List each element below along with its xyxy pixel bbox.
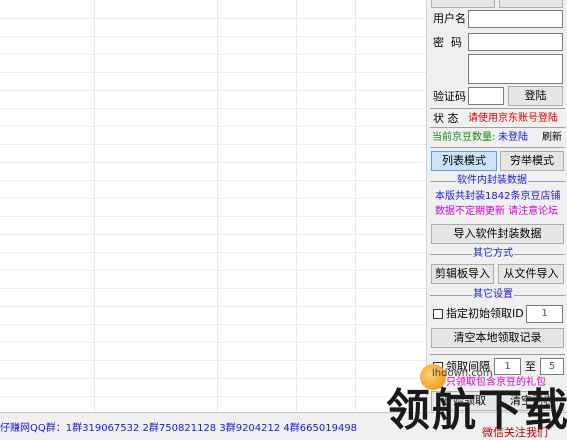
username-input[interactable] [468,10,563,28]
interval-checkbox[interactable] [433,362,443,372]
grid-row-divider [0,36,426,37]
grid-row-divider [0,126,426,127]
grid-row-divider [0,378,426,379]
file-import-button[interactable]: 从文件导入 [498,264,564,284]
bean-count-value: 未登陆 [498,132,528,143]
clear-list-button[interactable]: 清空列表 [500,391,564,411]
status-label: 状 态 [433,112,459,125]
grid-row-divider [0,180,426,181]
top-left-button[interactable] [431,0,495,8]
bean-only-label: 只领取包含京豆的礼包 [446,377,546,388]
password-input[interactable] [468,33,563,51]
captcha-label: 验证码 [433,90,466,103]
result-list-grid[interactable] [0,0,427,412]
section-title-other-methods: 其它方式 [472,248,514,260]
control-panel: 用户名 密 码 验证码 登陆 状 态 请使用京东账号登陆 当前京豆数量: 未登陆… [428,0,567,412]
grid-row-divider [0,270,426,271]
builtin-data-info: 本版共封装1842条京豆店铺 [435,191,561,202]
divider [430,147,565,148]
grid-row-divider [0,288,426,289]
import-builtin-data-button[interactable]: 导入软件封装数据 [431,224,564,244]
refresh-link[interactable]: 刷新 [542,131,562,145]
divider [430,354,565,355]
grid-row-divider [0,342,426,343]
bean-only-checkbox[interactable]: ✓ [433,378,443,388]
qq-group-info: 仔赚网QQ群：1群319067532 2群750821128 3群9204212… [0,423,358,434]
interval-label: 领取间隔 [446,360,490,373]
grid-row-divider [0,144,426,145]
grid-row-divider [0,198,426,199]
interval-to-input[interactable]: 5 [540,358,564,375]
list-mode-button[interactable]: 列表模式 [431,151,497,171]
interval-to-label: 至 [525,360,536,373]
login-button[interactable]: 登陆 [508,86,563,106]
grid-row-divider [0,252,426,253]
exhaustive-mode-button[interactable]: 穷举模式 [500,151,564,171]
clear-local-records-button[interactable]: 清空本地领取记录 [431,328,564,348]
captcha-input[interactable] [468,87,504,105]
start-claim-button[interactable]: 开始领取 [431,391,497,411]
grid-column-divider [296,0,297,412]
top-right-button[interactable] [499,0,563,8]
grid-row-divider [0,162,426,163]
divider [430,127,565,128]
grid-column-divider [355,0,356,412]
grid-row-divider [0,72,426,73]
bean-count-label: 当前京豆数量: [432,132,496,143]
grid-column-divider [94,0,95,412]
grid-row-divider [0,108,426,109]
captcha-image [468,54,563,84]
status-text: 请使用京东账号登陆 [468,113,558,124]
interval-from-input[interactable]: 1 [494,358,521,375]
grid-row-divider [0,360,426,361]
clipboard-import-button[interactable]: 剪辑板导入 [431,264,494,284]
initial-id-checkbox[interactable] [433,309,443,319]
divider [430,108,565,109]
grid-row-divider [0,396,426,397]
username-label: 用户名 [433,12,466,25]
grid-row-divider [0,234,426,235]
password-label: 密 码 [433,36,462,49]
grid-row-divider [0,306,426,307]
grid-column-divider [217,0,218,412]
grid-row-divider [0,216,426,217]
grid-row-divider [0,90,426,91]
status-bar: 仔赚网QQ群：1群319067532 2群750821128 3群9204212… [0,412,567,438]
grid-row-divider [0,54,426,55]
initial-id-input[interactable]: 1 [526,305,563,323]
grid-row-divider [0,18,426,19]
builtin-data-notice: 数据不定期更新 请注意论坛 [435,206,559,217]
initial-id-label: 指定初始领取ID [446,307,524,320]
section-title-builtin-data: 软件内封装数据 [456,175,528,187]
grid-row-divider [0,324,426,325]
section-title-other-settings: 其它设置 [472,289,514,301]
